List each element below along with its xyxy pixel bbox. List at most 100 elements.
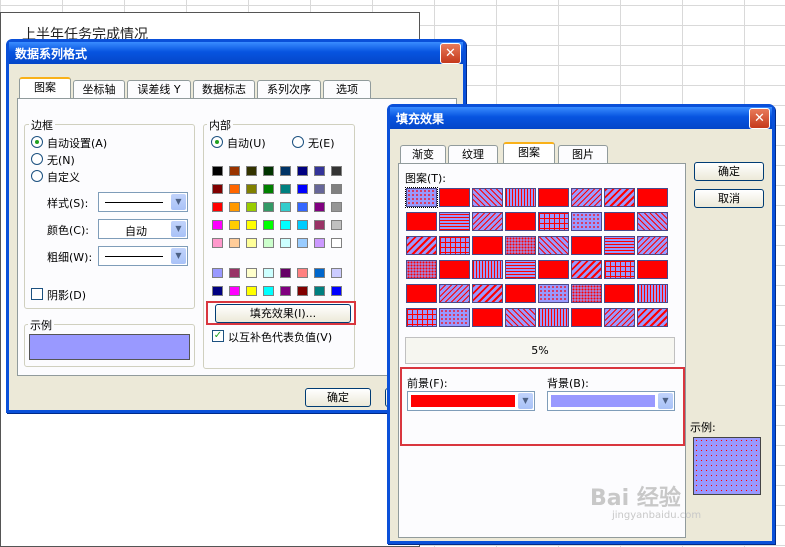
tab-patterns[interactable]: 图案 (19, 77, 71, 98)
pattern-option[interactable] (571, 308, 602, 327)
pattern-option[interactable] (538, 236, 569, 255)
color-swatch[interactable] (263, 268, 274, 278)
pattern-option[interactable] (538, 212, 569, 231)
border-style-combo[interactable]: ▼ (98, 192, 188, 212)
pattern-option[interactable] (604, 284, 635, 303)
color-swatch[interactable] (263, 286, 274, 296)
pattern-option[interactable] (637, 308, 668, 327)
pattern-option[interactable] (405, 187, 438, 208)
dialog-titlebar[interactable]: 数据系列格式 (9, 42, 463, 64)
ok-button[interactable]: 确定 (305, 388, 371, 407)
color-swatch[interactable] (212, 220, 223, 230)
color-swatch[interactable] (229, 202, 240, 212)
color-swatch[interactable] (297, 268, 308, 278)
color-swatch[interactable] (314, 184, 325, 194)
fill-effects-button[interactable]: 填充效果(I)... (215, 304, 351, 323)
color-swatch[interactable] (263, 238, 274, 248)
ok-button[interactable]: 确定 (694, 162, 764, 181)
pattern-option[interactable] (505, 260, 536, 279)
color-swatch[interactable] (314, 166, 325, 176)
color-swatch[interactable] (263, 202, 274, 212)
color-swatch[interactable] (314, 202, 325, 212)
radio-custom-border[interactable] (31, 170, 43, 182)
radio-auto-border[interactable] (31, 136, 43, 148)
pattern-option[interactable] (439, 212, 470, 231)
pattern-option[interactable] (538, 308, 569, 327)
pattern-option[interactable] (604, 212, 635, 231)
pattern-option[interactable] (472, 260, 503, 279)
color-swatch[interactable] (246, 268, 257, 278)
pattern-option[interactable] (406, 284, 437, 303)
tab-picture[interactable]: 图片 (558, 145, 608, 163)
radio-no-border[interactable] (31, 153, 43, 165)
color-swatch[interactable] (297, 286, 308, 296)
color-swatch[interactable] (331, 202, 342, 212)
pattern-option[interactable] (505, 188, 536, 207)
color-swatch[interactable] (314, 238, 325, 248)
tab-texture[interactable]: 纹理 (448, 145, 498, 163)
pattern-option[interactable] (604, 308, 635, 327)
color-swatch[interactable] (246, 166, 257, 176)
pattern-option[interactable] (637, 260, 668, 279)
pattern-option[interactable] (505, 308, 536, 327)
chevron-down-icon[interactable]: ▼ (171, 194, 186, 210)
pattern-option[interactable] (538, 260, 569, 279)
tab-axis[interactable]: 坐标轴 (73, 80, 125, 98)
invert-negative-checkbox[interactable]: ✓ (212, 330, 224, 342)
color-swatch[interactable] (229, 268, 240, 278)
color-swatch[interactable] (246, 220, 257, 230)
shadow-checkbox[interactable] (31, 288, 43, 300)
color-swatch[interactable] (297, 202, 308, 212)
color-swatch[interactable] (297, 166, 308, 176)
foreground-color-combo[interactable]: ▼ (407, 391, 535, 411)
chevron-down-icon[interactable]: ▼ (518, 393, 533, 409)
color-swatch[interactable] (229, 166, 240, 176)
color-swatch[interactable] (331, 220, 342, 230)
pattern-option[interactable] (439, 284, 470, 303)
color-swatch[interactable] (331, 238, 342, 248)
tab-gradient[interactable]: 渐变 (400, 145, 446, 163)
color-swatch[interactable] (212, 286, 223, 296)
color-swatch[interactable] (297, 184, 308, 194)
pattern-option[interactable] (571, 260, 602, 279)
cancel-button[interactable]: 取消 (694, 189, 764, 208)
color-swatch[interactable] (246, 184, 257, 194)
color-swatch[interactable] (212, 268, 223, 278)
color-swatch[interactable] (280, 184, 291, 194)
color-swatch[interactable] (331, 268, 342, 278)
pattern-option[interactable] (604, 260, 635, 279)
tab-pattern[interactable]: 图案 (503, 142, 555, 163)
dialog-titlebar[interactable]: 填充效果 (390, 107, 772, 129)
pattern-option[interactable] (505, 212, 536, 231)
pattern-option[interactable] (604, 236, 635, 255)
color-swatch[interactable] (280, 220, 291, 230)
pattern-option[interactable] (472, 284, 503, 303)
background-color-combo[interactable]: ▼ (547, 391, 675, 411)
pattern-option[interactable] (406, 212, 437, 231)
color-swatch[interactable] (297, 220, 308, 230)
border-weight-combo[interactable]: ▼ (98, 246, 188, 266)
pattern-option[interactable] (538, 284, 569, 303)
pattern-option[interactable] (637, 236, 668, 255)
color-swatch[interactable] (212, 238, 223, 248)
pattern-option[interactable] (406, 260, 437, 279)
pattern-option[interactable] (637, 212, 668, 231)
color-swatch[interactable] (280, 286, 291, 296)
color-swatch[interactable] (280, 238, 291, 248)
color-swatch[interactable] (280, 268, 291, 278)
color-swatch[interactable] (331, 166, 342, 176)
pattern-option[interactable] (439, 308, 470, 327)
radio-no-area[interactable] (292, 136, 304, 148)
color-swatch[interactable] (280, 202, 291, 212)
color-swatch[interactable] (246, 202, 257, 212)
color-swatch[interactable] (263, 184, 274, 194)
color-swatch[interactable] (280, 166, 291, 176)
pattern-option[interactable] (472, 212, 503, 231)
pattern-option[interactable] (538, 188, 569, 207)
pattern-option[interactable] (439, 260, 470, 279)
pattern-option[interactable] (505, 284, 536, 303)
color-swatch[interactable] (212, 202, 223, 212)
color-swatch[interactable] (331, 286, 342, 296)
pattern-option[interactable] (637, 188, 668, 207)
close-button[interactable]: ✕ (440, 43, 461, 64)
